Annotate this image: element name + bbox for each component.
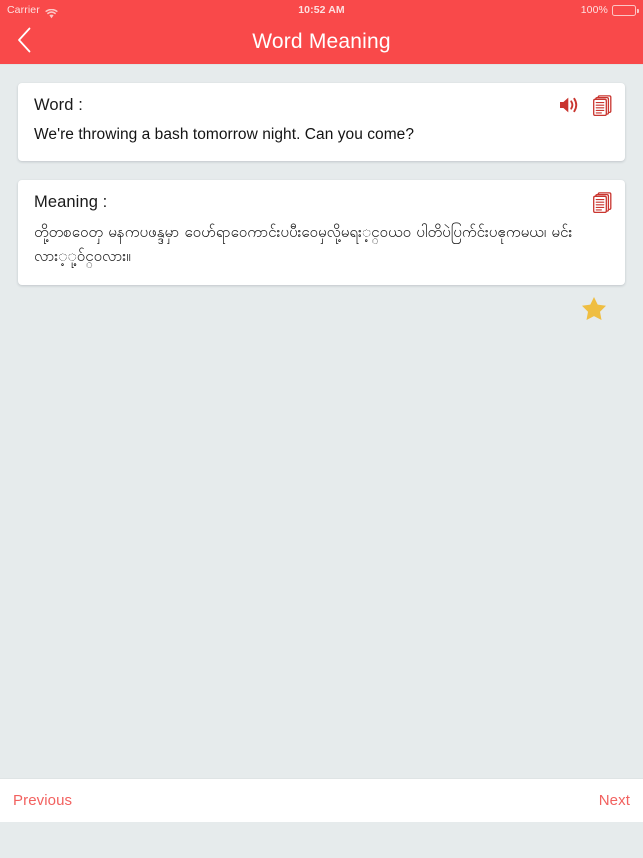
- bottom-toolbar: Previous Next: [0, 778, 643, 822]
- back-button[interactable]: [0, 20, 48, 64]
- chevron-left-icon: [17, 27, 32, 58]
- star-icon[interactable]: [581, 296, 607, 321]
- favorite-row: [18, 296, 625, 321]
- content-area: Word : We're throwing a bash tomorrow ni…: [0, 83, 643, 321]
- battery-percent-label: 100%: [580, 4, 608, 16]
- battery-icon: [612, 4, 639, 16]
- meaning-card-actions: [593, 192, 612, 214]
- status-bar-left: Carrier: [7, 4, 58, 19]
- word-card-label: Word :: [34, 96, 83, 114]
- copy-icon[interactable]: [593, 95, 612, 117]
- page-title: Word Meaning: [252, 30, 391, 53]
- meaning-card: Meaning : တို့တစဝေတှ မနကပဖန္ဒမှာ ဝေဟ်ရာဝ…: [18, 180, 625, 285]
- navigation-bar: Word Meaning: [0, 20, 643, 64]
- status-bar-clock: 10:52 AM: [298, 4, 345, 16]
- carrier-label: Carrier: [7, 4, 40, 16]
- speaker-icon[interactable]: [558, 95, 580, 115]
- wifi-icon: [45, 6, 58, 19]
- status-bar: Carrier 10:52 AM 100%: [0, 0, 643, 20]
- copy-icon[interactable]: [593, 192, 612, 214]
- word-card-text: We're throwing a bash tomorrow night. Ca…: [34, 126, 414, 143]
- bottom-safe-area: [0, 822, 643, 858]
- previous-button[interactable]: Previous: [13, 792, 72, 809]
- meaning-card-label: Meaning :: [34, 193, 108, 211]
- status-bar-right: 100%: [580, 4, 639, 16]
- word-card: Word : We're throwing a bash tomorrow ni…: [18, 83, 625, 161]
- next-button[interactable]: Next: [599, 792, 630, 809]
- meaning-card-text: တို့တစဝေတှ မနကပဖန္ဒမှာ ဝေဟ်ရာဝေကာင်းပပီး…: [34, 224, 573, 266]
- word-card-actions: [558, 95, 612, 117]
